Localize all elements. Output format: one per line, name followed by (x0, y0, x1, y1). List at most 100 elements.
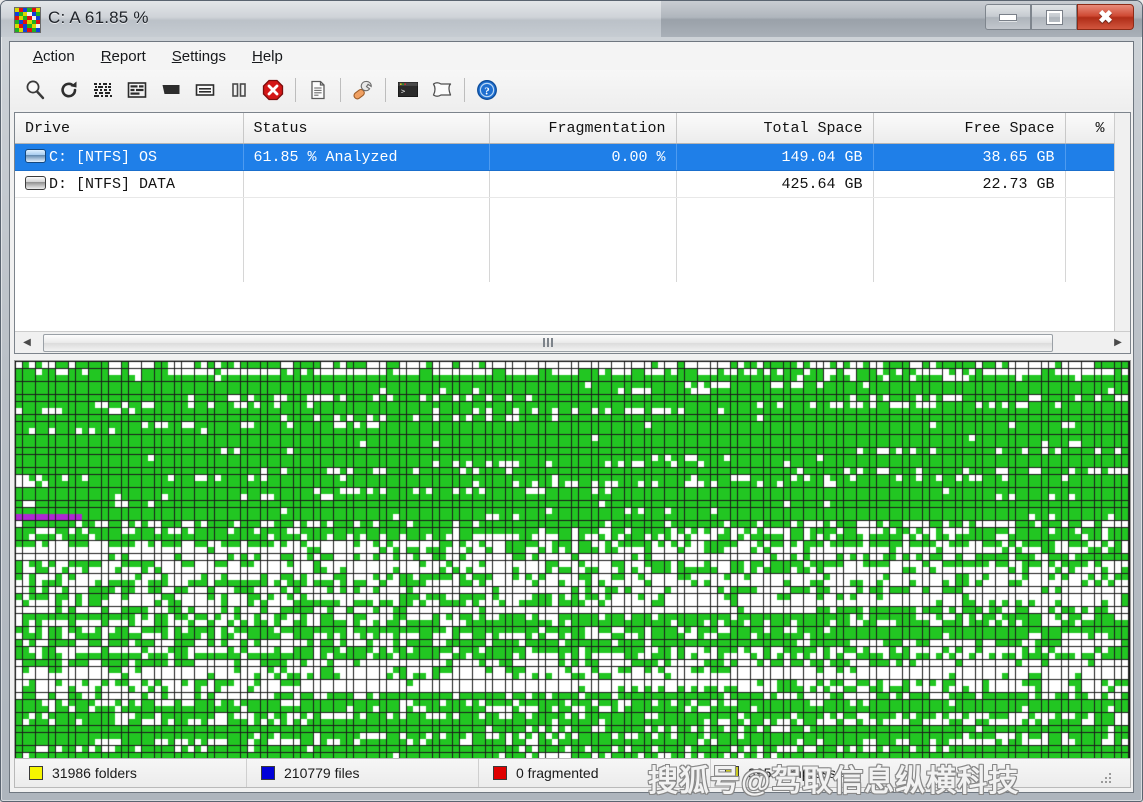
help-question-icon: ? (475, 78, 499, 102)
window-controls: ✖ (985, 4, 1134, 30)
cell-percent (1065, 144, 1115, 171)
cell-total-space: 149.04 GB (676, 144, 873, 171)
toolbar: > ? (10, 70, 1133, 110)
maximize-button[interactable] (1031, 4, 1077, 30)
status-bar: 31986 folders 210779 files 0 fragmented … (14, 758, 1131, 788)
pause-button[interactable] (222, 74, 256, 106)
status-fragmented: 0 fragmented (479, 759, 711, 787)
menu-bar: Action Report Settings Help (10, 42, 1133, 70)
book-button[interactable] (425, 74, 459, 106)
screwdriver-wrench-icon (351, 78, 375, 102)
fragmented-label: 0 fragmented (516, 765, 599, 781)
column-header-fragmentation[interactable]: Fragmentation (489, 113, 676, 144)
list-vertical-scrollbar[interactable] (1114, 113, 1130, 333)
drive-list-panel: Drive Status Fragmentation Total Space F… (14, 112, 1131, 354)
settings-tool-button[interactable] (346, 74, 380, 106)
cell-drive: D: [NTFS] DATA (15, 171, 243, 198)
cell-free-space: 22.73 GB (873, 171, 1065, 198)
cell-percent (1065, 171, 1115, 198)
table-row[interactable]: D: [NTFS] DATA 425.64 GB 22.73 GB (15, 171, 1115, 198)
drive-icon (25, 149, 46, 163)
cell-free-space: 38.65 GB (873, 144, 1065, 171)
menu-settings[interactable]: Settings (159, 45, 239, 68)
light-panel-icon (194, 79, 216, 101)
fragmented-blocks-icon (92, 79, 114, 101)
table-empty-row (15, 254, 1115, 282)
disk-map-panel[interactable] (14, 360, 1131, 778)
magnifier-analyze-icon (24, 79, 46, 101)
hscroll-track[interactable] (39, 333, 1106, 353)
table-empty-row (15, 198, 1115, 227)
column-header-status[interactable]: Status (243, 113, 489, 144)
client-area: Action Report Settings Help (9, 41, 1134, 793)
drive-table: Drive Status Fragmentation Total Space F… (15, 113, 1116, 282)
menu-help[interactable]: Help (239, 45, 296, 68)
optimize-list-icon (126, 79, 148, 101)
status-compressed: 395 compressed (711, 759, 1130, 787)
svg-text:>: > (401, 88, 405, 96)
fragmented-color-swatch (493, 766, 507, 780)
report-button[interactable] (301, 74, 335, 106)
cell-status: 61.85 % Analyzed (243, 144, 489, 171)
refresh-defrag-icon (58, 79, 80, 101)
column-header-total-space[interactable]: Total Space (676, 113, 873, 144)
hscroll-thumb[interactable] (43, 334, 1053, 352)
scroll-right-arrow-icon[interactable]: ▶ (1106, 333, 1130, 353)
close-icon: ✖ (1098, 8, 1113, 26)
resize-grip-icon[interactable] (1099, 771, 1113, 785)
toolbar-separator (340, 78, 341, 102)
status-files: 210779 files (247, 759, 479, 787)
toolbar-separator (464, 78, 465, 102)
book-icon (430, 78, 454, 102)
maximize-icon (1047, 11, 1062, 24)
cell-total-space: 425.64 GB (676, 171, 873, 198)
light-view-button[interactable] (188, 74, 222, 106)
minimize-button[interactable] (985, 4, 1031, 30)
grip-icon (543, 338, 553, 347)
pause-icon (228, 79, 250, 101)
drive-icon (25, 176, 46, 190)
dark-panel-icon (160, 79, 182, 101)
table-row[interactable]: C: [NTFS] OS 61.85 % Analyzed 0.00 % 149… (15, 144, 1115, 171)
table-header-row: Drive Status Fragmentation Total Space F… (15, 113, 1115, 144)
list-horizontal-scrollbar[interactable]: ◀ ▶ (15, 331, 1130, 353)
defrag-button[interactable] (52, 74, 86, 106)
scroll-left-arrow-icon[interactable]: ◀ (15, 333, 39, 353)
analyze-button[interactable] (18, 74, 52, 106)
folders-label: 31986 folders (52, 765, 137, 781)
svg-text:?: ? (484, 86, 490, 98)
menu-report[interactable]: Report (88, 45, 159, 68)
files-label: 210779 files (284, 765, 360, 781)
stop-octagon-icon (261, 78, 285, 102)
cell-status (243, 171, 489, 198)
disk-cluster-map[interactable] (15, 361, 1130, 777)
status-folders: 31986 folders (15, 759, 247, 787)
compressed-label: 395 compressed (748, 765, 852, 781)
report-document-icon (307, 79, 329, 101)
dark-view-button[interactable] (154, 74, 188, 106)
column-header-drive[interactable]: Drive (15, 113, 243, 144)
help-button[interactable]: ? (470, 74, 504, 106)
console-button[interactable]: > (391, 74, 425, 106)
menu-action[interactable]: Action (20, 45, 88, 68)
toolbar-separator (295, 78, 296, 102)
compressed-color-swatch (725, 766, 739, 780)
console-window-icon: > (396, 78, 420, 102)
table-empty-row (15, 226, 1115, 254)
cell-fragmentation (489, 171, 676, 198)
title-bar[interactable]: C: A 61.85 % ✖ (1, 1, 1142, 37)
column-header-free-space[interactable]: Free Space (873, 113, 1065, 144)
application-window: C: A 61.85 % ✖ Action Report Settings He… (0, 0, 1143, 802)
cell-drive: C: [NTFS] OS (15, 144, 243, 171)
show-fragments-button[interactable] (86, 74, 120, 106)
column-header-percent[interactable]: % (1065, 113, 1115, 144)
files-color-swatch (261, 766, 275, 780)
close-button[interactable]: ✖ (1077, 4, 1134, 30)
window-title: C: A 61.85 % (48, 8, 149, 28)
folders-color-swatch (29, 766, 43, 780)
optimize-button[interactable] (120, 74, 154, 106)
toolbar-separator (385, 78, 386, 102)
stop-button[interactable] (256, 74, 290, 106)
defrag-blocks-icon (14, 7, 41, 33)
cell-fragmentation: 0.00 % (489, 144, 676, 171)
